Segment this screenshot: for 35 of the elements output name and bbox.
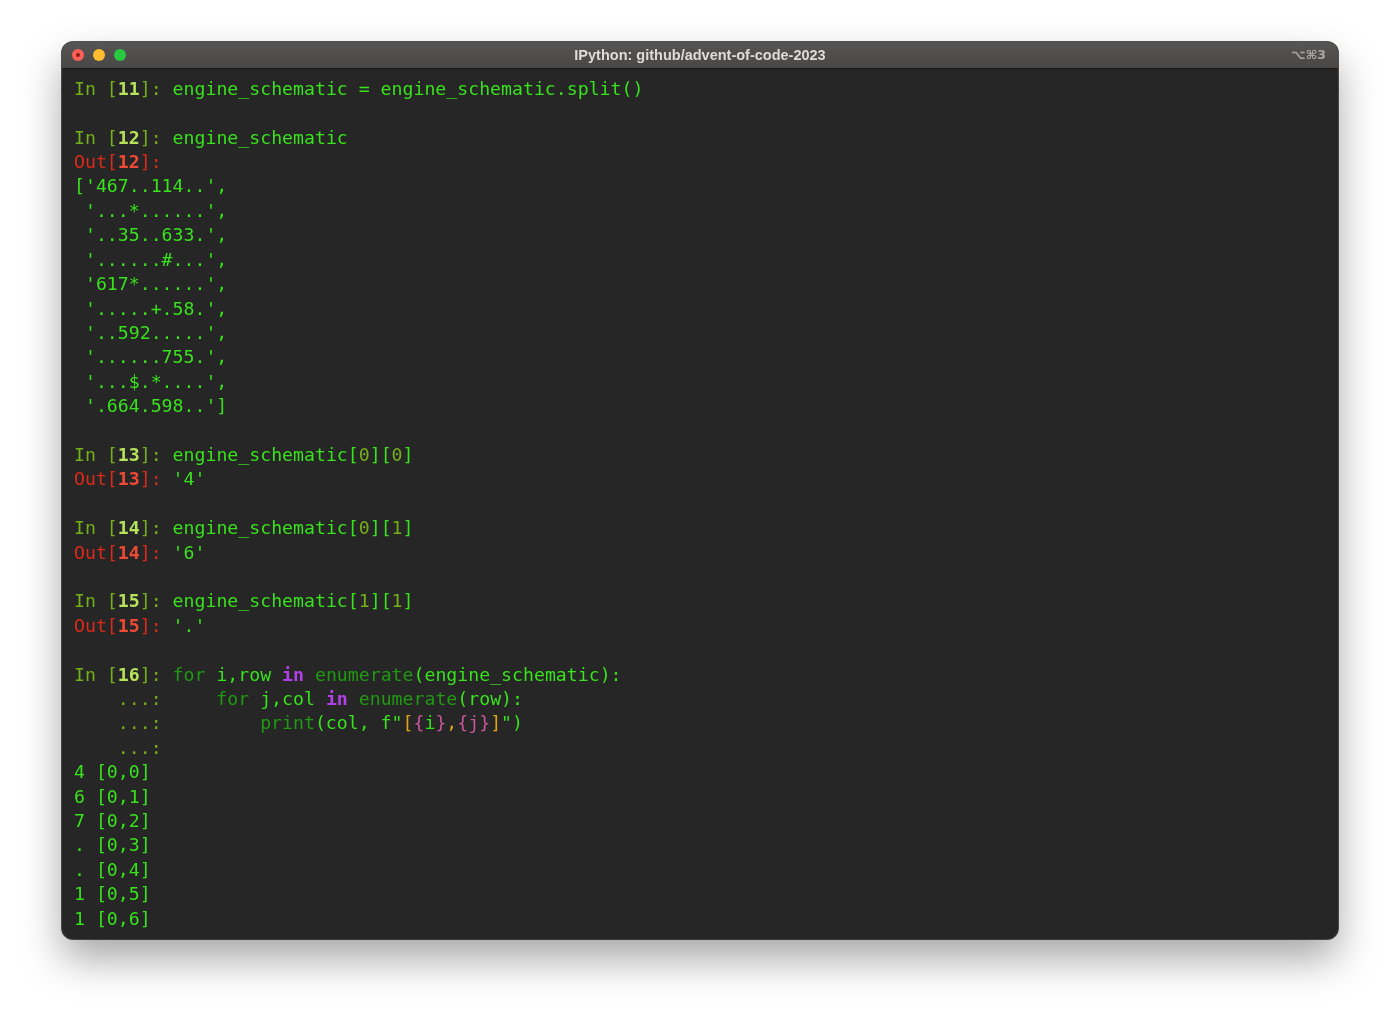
minimize-button[interactable] bbox=[93, 48, 105, 61]
terminal-line: In [16]: for i,row in enumerate(engine_schematic): bbox=[74, 662, 622, 687]
terminal-line: Out[12]: bbox=[74, 150, 162, 175]
terminal-line: Out[13]: '4' bbox=[74, 467, 206, 492]
terminal-line: ...: for j,col in enumerate(row): bbox=[116, 686, 523, 711]
terminal-line: In [15]: engine_schematic[1][1] bbox=[74, 589, 414, 614]
terminal-line: 6 [0,1] bbox=[74, 784, 151, 809]
terminal-line: '...*......', bbox=[83, 198, 228, 223]
window-shortcut: ⌥⌘3 bbox=[1291, 47, 1326, 63]
terminal-line: '617*......', bbox=[83, 272, 228, 297]
terminal-line: 4 [0,0] bbox=[74, 760, 151, 785]
terminal-line: Out[15]: '.' bbox=[74, 613, 206, 638]
terminal-line: ['467..114..', bbox=[74, 174, 228, 199]
window-title: IPython: github/advent-of-code-2023 bbox=[574, 46, 826, 63]
terminal-line: '.664.598..'] bbox=[83, 394, 228, 419]
zoom-button[interactable] bbox=[114, 48, 126, 61]
terminal-line: '..592.....', bbox=[83, 320, 228, 345]
terminal-line: In [14]: engine_schematic[0][1] bbox=[74, 516, 414, 541]
terminal-line: In [11]: engine_schematic = engine_schematic.split() bbox=[74, 76, 644, 101]
terminal-line: . [0,3] bbox=[74, 833, 151, 858]
terminal-line: Out[14]: '6' bbox=[74, 540, 206, 565]
terminal-line: '......#...', bbox=[83, 247, 228, 272]
terminal-line: 1 [0,5] bbox=[74, 882, 151, 907]
terminal-line: In [13]: engine_schematic[0][0] bbox=[74, 442, 414, 467]
terminal-line: '......755.', bbox=[83, 345, 228, 370]
terminal-line: 7 [0,2] bbox=[74, 808, 151, 833]
terminal-line: . [0,4] bbox=[74, 857, 151, 882]
terminal-line: 1 [0,6] bbox=[74, 906, 151, 931]
terminal-line: ...: print(col, f"[{i},{j}]") bbox=[116, 711, 523, 736]
close-button[interactable] bbox=[72, 48, 84, 61]
terminal-line: ...: bbox=[116, 735, 162, 760]
terminal-line: '..35..633.', bbox=[83, 223, 228, 248]
terminal-line: '...$.*....', bbox=[83, 369, 228, 394]
terminal-line: '.....+.58.', bbox=[83, 296, 228, 321]
terminal-line: In [12]: engine_schematic bbox=[74, 125, 348, 150]
